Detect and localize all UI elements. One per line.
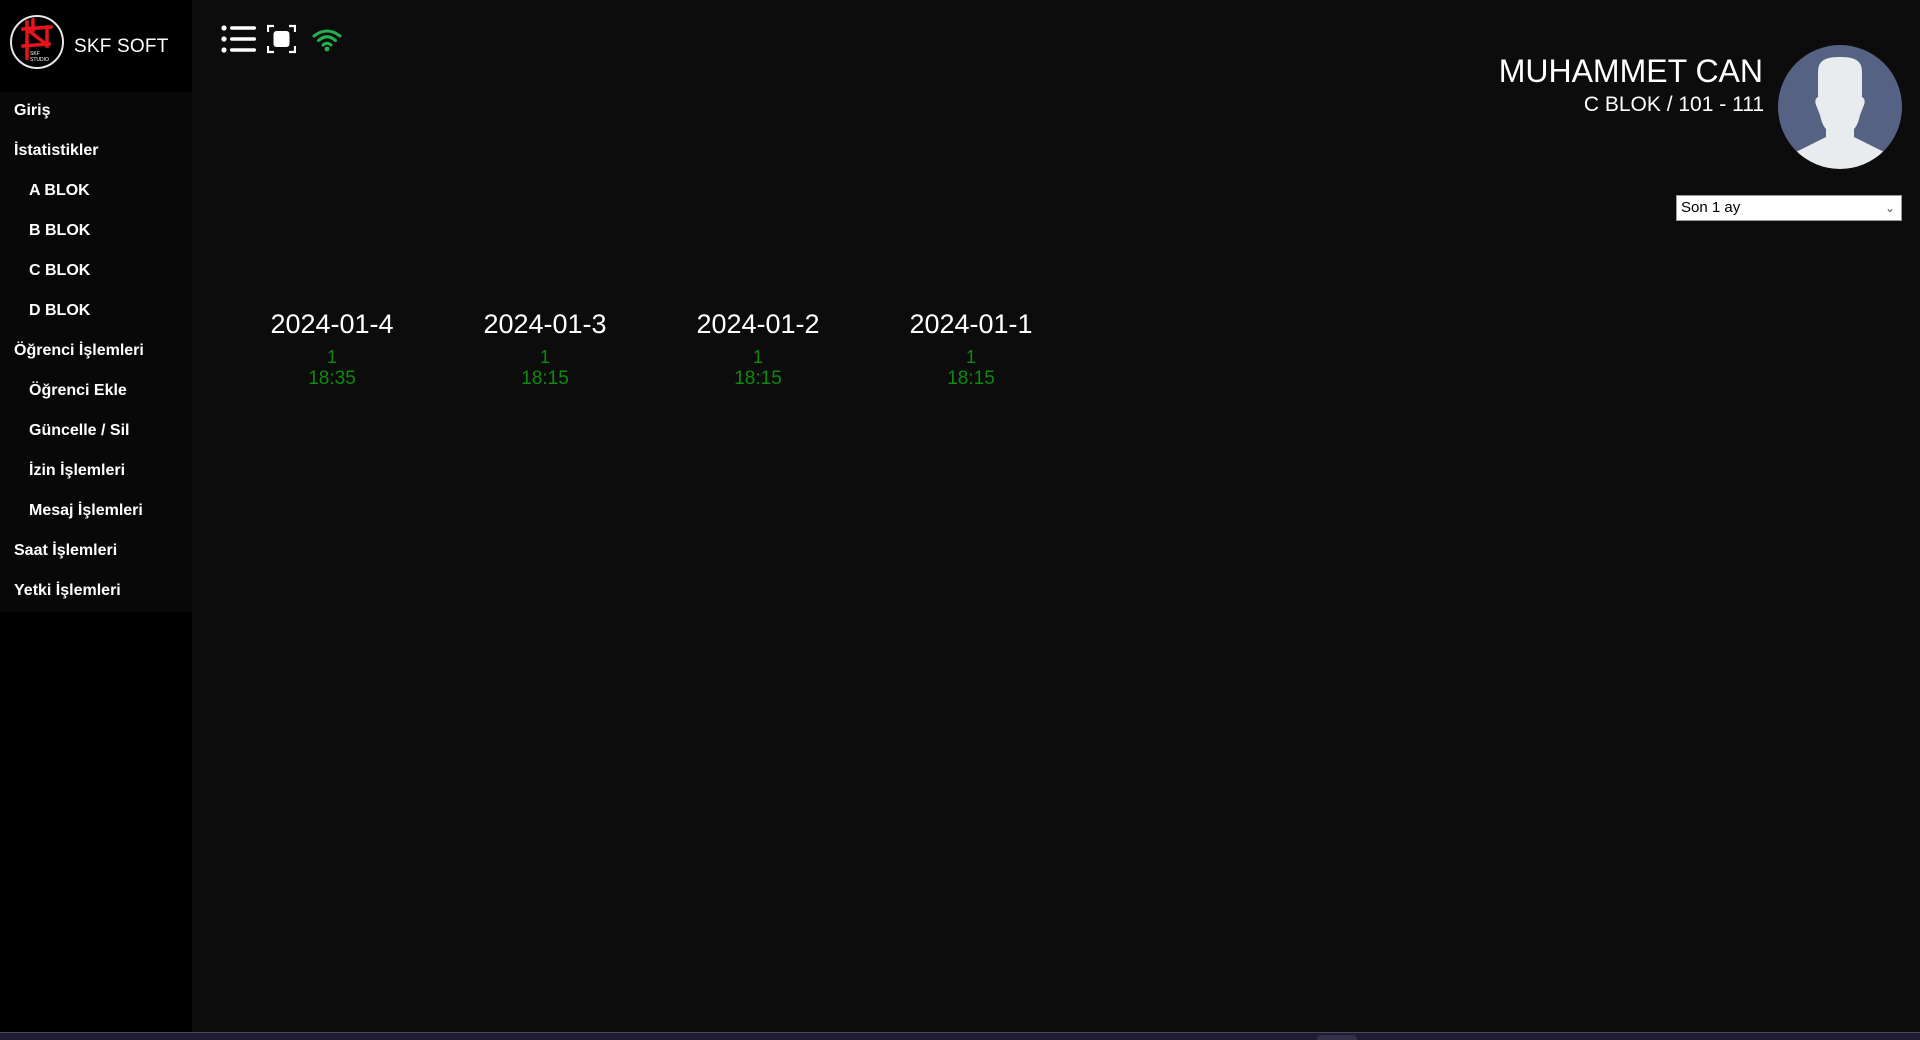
sidebar-item-ogrenci-islemleri[interactable]: Öğrenci İşlemleri	[14, 339, 144, 363]
sidebar-item-istatistikler[interactable]: İstatistikler	[14, 139, 98, 163]
list-icon[interactable]	[221, 24, 257, 54]
record-date: 2024-01-1	[909, 309, 1033, 339]
bottom-bar-handle[interactable]	[1317, 1035, 1357, 1040]
avatar[interactable]	[1778, 45, 1902, 169]
main-content	[192, 0, 1920, 1032]
record-date: 2024-01-3	[483, 309, 607, 339]
sidebar-item-guncelle-sil[interactable]: Güncelle / Sil	[29, 419, 129, 443]
sidebar-item-ogrenci-ekle[interactable]: Öğrenci Ekle	[29, 379, 127, 403]
svg-text:STUDIO: STUDIO	[30, 57, 49, 63]
period-select[interactable]: Son 1 ay ⌄	[1676, 195, 1902, 221]
sidebar-menu: Giriş İstatistikler A BLOK B BLOK C BLOK…	[0, 92, 192, 612]
brand-name: SKF SOFT	[74, 36, 169, 57]
chevron-down-icon: ⌄	[1884, 201, 1895, 215]
sidebar-item-mesaj-islemleri[interactable]: Mesaj İşlemleri	[29, 499, 143, 523]
sidebar-item-yetki-islemleri[interactable]: Yetki İşlemleri	[14, 579, 121, 603]
default-user-avatar-icon	[1790, 57, 1890, 169]
record-time: 18:15	[734, 368, 782, 389]
sidebar-item-c-blok[interactable]: C BLOK	[29, 259, 90, 283]
record-item: 2024-01-2 1 18:15	[658, 308, 858, 390]
record-date: 2024-01-2	[696, 309, 820, 339]
record-count: 1	[752, 347, 763, 367]
record-time: 18:15	[521, 368, 569, 389]
sidebar-item-a-blok[interactable]: A BLOK	[29, 179, 90, 203]
record-date: 2024-01-4	[270, 309, 394, 339]
record-time: 18:35	[308, 368, 356, 389]
bottom-bar	[0, 1032, 1920, 1040]
sidebar-item-saat-islemleri[interactable]: Saat İşlemleri	[14, 539, 117, 563]
record-count: 1	[965, 347, 976, 367]
user-name: MUHAMMET CAN	[1498, 53, 1763, 89]
user-room: C BLOK / 101 - 111	[1583, 93, 1764, 116]
record-item: 2024-01-1 1 18:15	[871, 308, 1071, 390]
sidebar-item-izin-islemleri[interactable]: İzin İşlemleri	[29, 459, 125, 483]
sidebar: SKF STUDIO SKF SOFT Giriş İstatistikler …	[0, 0, 192, 1032]
sidebar-item-d-blok[interactable]: D BLOK	[29, 299, 90, 323]
brand-header: SKF STUDIO SKF SOFT	[0, 0, 192, 92]
period-select-value: Son 1 ay	[1681, 199, 1741, 216]
sidebar-item-b-blok[interactable]: B BLOK	[29, 219, 90, 243]
skf-studio-logo-icon[interactable]: SKF STUDIO	[9, 14, 65, 70]
record-count: 1	[539, 347, 550, 367]
record-count: 1	[326, 347, 337, 367]
record-time: 18:15	[947, 368, 995, 389]
wifi-icon	[312, 29, 342, 52]
record-item: 2024-01-3 1 18:15	[445, 308, 645, 390]
record-item: 2024-01-4 1 18:35	[232, 308, 432, 390]
sidebar-item-giris[interactable]: Giriş	[14, 99, 50, 123]
fullscreen-icon[interactable]	[267, 24, 296, 54]
